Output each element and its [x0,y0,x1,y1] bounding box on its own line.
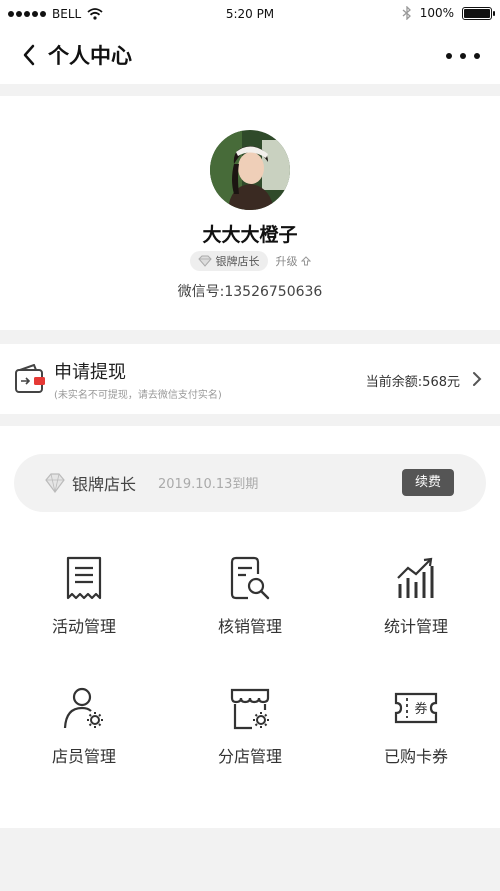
menu-label: 分店管理 [217,747,282,766]
membership-expire: 2019.10.13到期 [158,477,259,492]
nav-bar: 个人中心 [0,28,500,84]
page-title: 个人中心 [48,44,132,68]
balance-label: 当前余额:568元 [365,375,460,390]
diamond-icon [197,255,212,267]
menu-label: 活动管理 [51,617,116,636]
wallet-icon [15,364,45,393]
diamond-icon [45,473,65,493]
menu-staff-management[interactable]: 店员管理 [24,686,144,786]
menu-branch-management[interactable]: 分店管理 [190,686,310,786]
more-dot-icon [474,53,480,59]
user-settings-icon [63,687,103,729]
receipt-icon [66,556,102,600]
membership-card: 银牌店长 2019.10.13到期 续费 [14,454,486,512]
menu-label: 核销管理 [217,617,282,636]
user-name: 大大大橙子 [202,224,298,246]
menu-statistics-management[interactable]: 统计管理 [356,556,476,656]
back-button[interactable] [14,38,44,72]
chevron-left-icon [23,44,35,66]
status-right: 100% [402,6,495,20]
wechat-id: 微信号:13526750636 [177,284,323,300]
svg-text:券: 券 [414,701,427,717]
lower-panel: 银牌店长 2019.10.13到期 续费 活动管理 核销管理 统计管理 店员管理… [0,426,500,828]
withdraw-title: 申请提现 [54,362,126,383]
renew-button[interactable]: 续费 [402,469,454,496]
level-badge: 银牌店长 [189,251,268,271]
menu-label: 店员管理 [51,747,116,766]
level-label: 银牌店长 [215,255,260,268]
bluetooth-icon [402,6,411,20]
more-dot-icon [446,53,452,59]
more-dot-icon [460,53,466,59]
ticket-icon: 券 [394,692,438,724]
battery-icon [462,6,495,20]
menu-label: 统计管理 [383,617,448,636]
withdraw-hint: (未实名不可提现，请去微信支付实名) [54,390,222,401]
battery-percent: 100% [419,6,454,20]
document-search-icon [230,556,270,600]
arrow-up-icon [300,256,311,266]
store-settings-icon [230,688,270,730]
withdraw-row[interactable]: 申请提现 (未实名不可提现，请去微信支付实名) 当前余额:568元 [0,344,500,414]
upgrade-link[interactable]: 升级 [276,253,311,269]
avatar-image [210,130,290,210]
menu-activity-management[interactable]: 活动管理 [24,556,144,656]
status-bar: BELL 5:20 PM 100% [0,0,500,28]
avatar[interactable] [210,130,290,210]
more-button[interactable] [446,44,480,68]
bar-chart-icon [397,557,434,598]
level-row: 银牌店长 升级 [0,251,500,271]
chevron-right-icon [473,372,482,386]
membership-level: 银牌店长 [72,475,137,494]
profile-card: 大大大橙子 银牌店长 升级 微信号:13526750636 [0,96,500,330]
upgrade-label: 升级 [275,255,298,268]
menu-verification-management[interactable]: 核销管理 [190,556,310,656]
menu-purchased-coupons[interactable]: 券 已购卡券 [356,686,476,786]
menu-label: 已购卡券 [383,747,448,766]
